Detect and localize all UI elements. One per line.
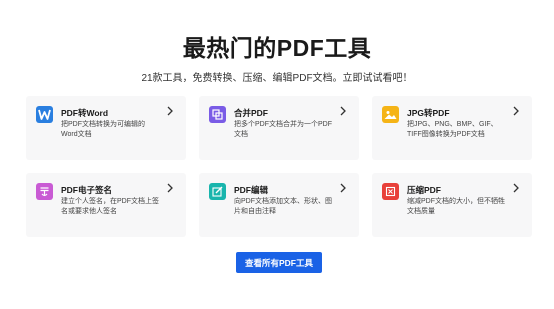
- tool-card-pdf-signature[interactable]: PDF电子签名 建立个人签名，在PDF文档上签名或要求他人签名: [26, 173, 186, 237]
- tool-description: 向PDF文档添加文本、形状、图片和自由注释: [234, 198, 332, 215]
- edit-icon: [209, 183, 226, 200]
- tool-name: PDF转Word: [61, 108, 109, 118]
- tool-name: PDF编辑: [234, 185, 269, 195]
- chevron-right-icon: [340, 183, 346, 193]
- tool-description: 把多个PDF文档合并为一个PDF文档: [234, 121, 332, 138]
- chevron-right-icon: [513, 183, 519, 193]
- chevron-right-icon: [513, 106, 519, 116]
- chevron-right-icon: [167, 183, 173, 193]
- tool-card-pdf-to-word[interactable]: PDF转Word 把PDF文档转换为可编辑的Word文档: [26, 96, 186, 160]
- compress-icon: [382, 183, 399, 200]
- tool-description: 把PDF文档转换为可编辑的Word文档: [61, 121, 145, 138]
- image-icon: [382, 106, 399, 123]
- tool-name: PDF电子签名: [61, 185, 113, 195]
- tool-card-pdf-edit[interactable]: PDF编辑 向PDF文档添加文本、形状、图片和自由注释: [199, 173, 359, 237]
- tool-name: 合并PDF: [234, 108, 269, 118]
- tool-name: JPG转PDF: [407, 108, 450, 118]
- tool-name: 压缩PDF: [407, 185, 442, 195]
- chevron-right-icon: [167, 106, 173, 116]
- tool-card-merge-pdf[interactable]: 合并PDF 把多个PDF文档合并为一个PDF文档: [199, 96, 359, 160]
- tool-description: 把JPG、PNG、BMP、GIF、TIFF图像转换为PDF文档: [407, 121, 498, 138]
- word-icon: [36, 106, 53, 123]
- tool-description: 缩减PDF文档的大小，但不牺牲文档质量: [407, 198, 505, 215]
- chevron-right-icon: [340, 106, 346, 116]
- signature-icon: [36, 183, 53, 200]
- tool-card-compress-pdf[interactable]: 压缩PDF 缩减PDF文档的大小，但不牺牲文档质量: [372, 173, 532, 237]
- tool-description: 建立个人签名，在PDF文档上签名或要求他人签名: [61, 198, 159, 215]
- merge-icon: [209, 106, 226, 123]
- page-title: 最热门的PDF工具: [182, 35, 372, 61]
- page-subtitle: 21款工具，免费转换、压缩、编辑PDF文档。立即试试看吧！: [141, 73, 413, 84]
- view-all-tools-button[interactable]: 查看所有PDF工具: [236, 252, 322, 273]
- tool-card-jpg-to-pdf[interactable]: JPG转PDF 把JPG、PNG、BMP、GIF、TIFF图像转换为PDF文档: [372, 96, 532, 160]
